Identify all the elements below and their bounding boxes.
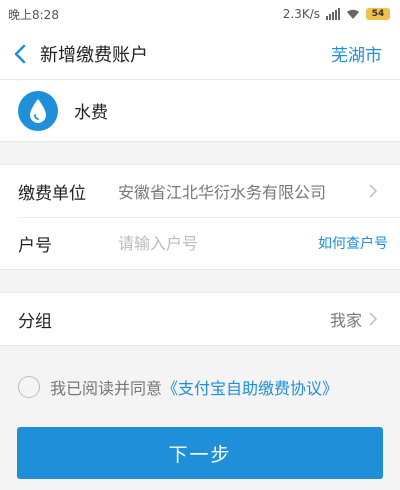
account-help-link[interactable]: 如何查户号 [318, 233, 388, 253]
agreement-link[interactable]: 《支付宝自助缴费协议》 [162, 375, 338, 399]
agreement-row: 我已阅读并同意 《支付宝自助缴费协议》 [0, 372, 400, 402]
network-speed: 2.3K/s [282, 7, 320, 21]
nav-bar: 新增缴费账户 芜湖市 [0, 28, 400, 80]
payee-value: 安徽省江北华衍水务有限公司 [118, 183, 327, 202]
page-title: 新增缴费账户 [40, 44, 148, 66]
group-section: 分组 我家 [0, 292, 400, 346]
agreement-checkbox[interactable] [18, 376, 40, 398]
group-value: 我家 [329, 311, 362, 330]
status-indicators: 2.3K/s 54 [283, 7, 390, 21]
group-label: 分组 [18, 311, 52, 332]
group-row[interactable]: 分组 我家 [0, 293, 400, 345]
chevron-right-icon [368, 184, 382, 198]
back-arrow-icon[interactable] [0, 28, 40, 80]
water-drop-icon [18, 90, 58, 131]
battery-icon: 54 [366, 8, 390, 20]
account-info-section: 缴费单位 安徽省江北华衍水务有限公司 户号 如何查户号 [0, 164, 400, 270]
city-selector[interactable]: 芜湖市 [331, 41, 382, 66]
payee-row[interactable]: 缴费单位 安徽省江北华衍水务有限公司 [0, 165, 400, 217]
agreement-text: 我已阅读并同意 [50, 379, 163, 398]
bill-type-row: 水费 [0, 80, 400, 142]
status-time: 晚上8:28 [8, 7, 59, 22]
account-number-input[interactable] [118, 233, 318, 253]
status-bar: 晚上8:28 2.3K/s 54 [0, 0, 400, 28]
next-step-button[interactable]: 下一步 [17, 427, 383, 479]
payee-label: 缴费单位 [18, 183, 86, 204]
signal-icon [326, 8, 340, 20]
account-row: 户号 如何查户号 [0, 217, 400, 269]
chevron-right-icon [368, 312, 382, 326]
bill-type-label: 水费 [74, 103, 108, 123]
account-label: 户号 [18, 235, 52, 256]
wifi-icon [347, 9, 359, 19]
